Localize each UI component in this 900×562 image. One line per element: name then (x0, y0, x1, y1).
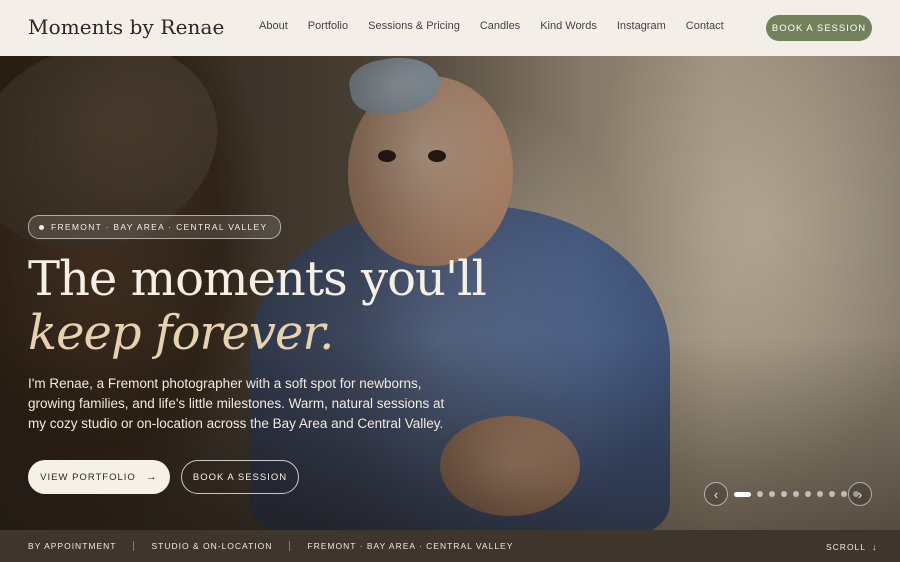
carousel-dot[interactable] (805, 491, 811, 497)
book-session-header-button[interactable]: BOOK A SESSION (766, 15, 872, 41)
carousel-dot[interactable] (817, 491, 823, 497)
carousel-prev-button[interactable]: ‹ (704, 482, 728, 506)
carousel-dots (734, 491, 865, 497)
info-bar-item: FREMONT · BAY AREA · CENTRAL VALLEY (307, 541, 514, 551)
nav-instagram[interactable]: Instagram (617, 20, 666, 32)
scroll-label: SCROLL (826, 542, 867, 552)
nav-contact[interactable]: Contact (686, 20, 724, 32)
location-text: FREMONT · BAY AREA · CENTRAL VALLEY (51, 222, 268, 232)
main-nav: About Portfolio Sessions & Pricing Candl… (259, 20, 744, 32)
location-badge: FREMONT · BAY AREA · CENTRAL VALLEY (28, 215, 281, 239)
carousel-dot[interactable] (841, 491, 847, 497)
site-header: Moments by Renae About Portfolio Session… (0, 0, 900, 56)
info-bar-item: BY APPOINTMENT (28, 541, 117, 551)
carousel-dot[interactable] (793, 491, 799, 497)
view-portfolio-label: VIEW PORTFOLIO (40, 471, 136, 483)
carousel-next-button[interactable]: › (848, 482, 872, 506)
nav-kind-words[interactable]: Kind Words (540, 20, 597, 32)
carousel-dot[interactable] (757, 491, 763, 497)
divider (133, 541, 135, 551)
hero-headline: The moments you'll (28, 251, 487, 307)
nav-about[interactable]: About (259, 20, 288, 32)
scroll-indicator[interactable]: SCROLL ↓ (826, 542, 878, 552)
info-bar: BY APPOINTMENT STUDIO & ON-LOCATION FREM… (0, 530, 900, 562)
chevron-left-icon: ‹ (713, 486, 719, 502)
hero-section: FREMONT · BAY AREA · CENTRAL VALLEY The … (0, 56, 900, 530)
info-bar-item: STUDIO & ON-LOCATION (151, 541, 273, 551)
hero-headline-italic: keep forever. (28, 305, 334, 361)
nav-portfolio[interactable]: Portfolio (308, 20, 348, 32)
arrow-down-icon: ↓ (872, 542, 878, 552)
nav-candles[interactable]: Candles (480, 20, 520, 32)
chevron-right-icon: › (857, 486, 863, 502)
view-portfolio-button[interactable]: VIEW PORTFOLIO → (28, 460, 170, 494)
hero-intro: I'm Renae, a Fremont photographer with a… (28, 376, 445, 431)
carousel-dot[interactable] (769, 491, 775, 497)
carousel-dot[interactable] (829, 491, 835, 497)
carousel-dot[interactable] (781, 491, 787, 497)
carousel-dot-active[interactable] (734, 491, 751, 497)
dot-icon (39, 224, 44, 230)
arrow-right-icon: → (145, 471, 158, 483)
brand-logo[interactable]: Moments by Renae (28, 15, 224, 39)
nav-sessions-pricing[interactable]: Sessions & Pricing (368, 20, 460, 32)
divider (289, 541, 291, 551)
book-session-hero-button[interactable]: BOOK A SESSION (181, 460, 299, 494)
